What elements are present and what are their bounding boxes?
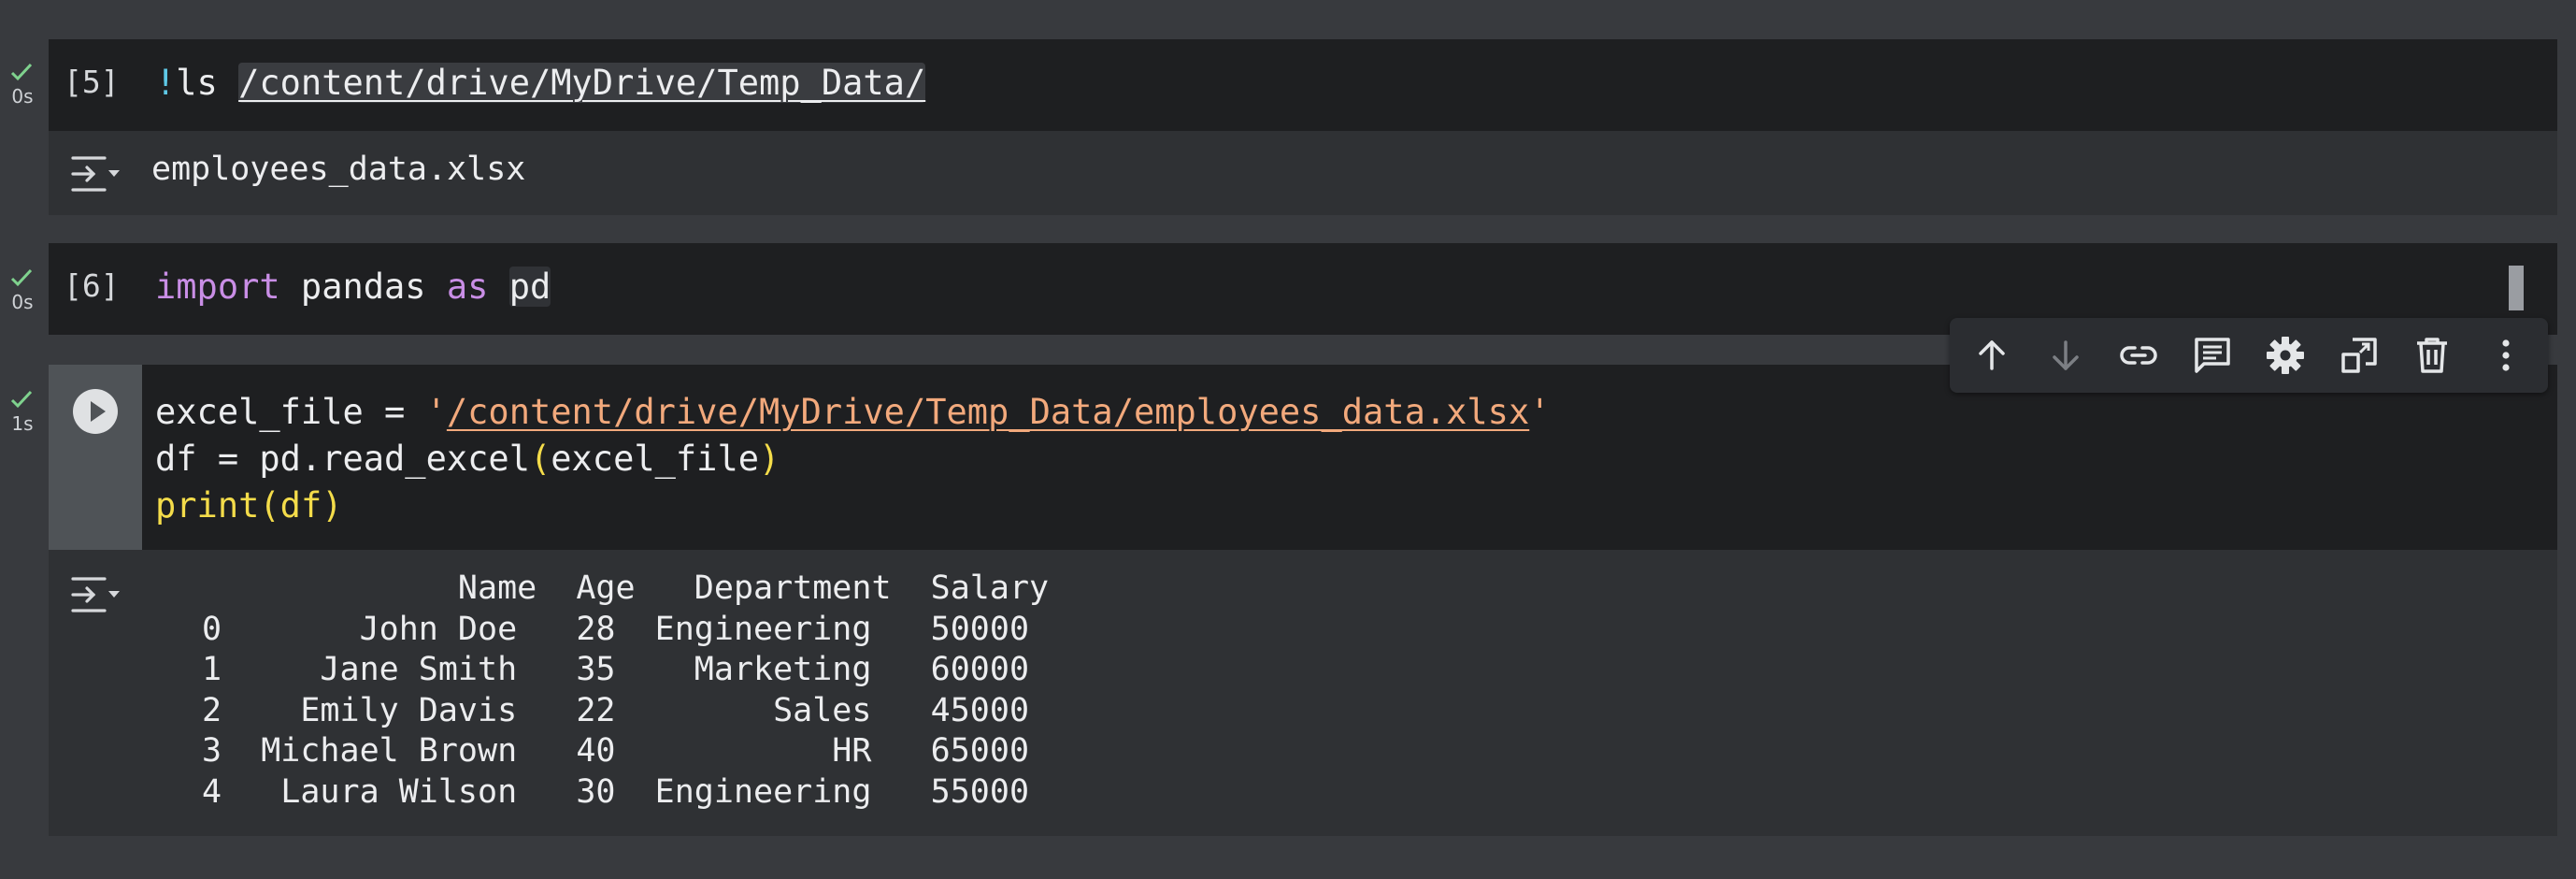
run-cell-button[interactable] [73, 389, 118, 434]
code-keyword-import: import [155, 267, 280, 307]
code-paren: ( [529, 439, 551, 479]
check-icon [10, 390, 33, 409]
delete-cell-button[interactable] [2404, 327, 2460, 383]
cell-2-code-line[interactable]: import pandas as pd [155, 264, 551, 310]
code-paren: ) [322, 485, 343, 526]
add-comment-button[interactable] [2184, 327, 2240, 383]
code-line-3: print(df) [155, 485, 343, 526]
arrow-down-icon [2053, 340, 2079, 370]
comment-icon [2195, 338, 2230, 373]
dataframe-row: 3 Michael Brown 40 HR 65000 [202, 732, 1030, 770]
cell-1-code-line[interactable]: !ls /content/drive/MyDrive/Temp_Data/ [155, 60, 926, 107]
code-paren: ) [759, 439, 780, 479]
cell-1-code[interactable]: [5] !ls /content/drive/MyDrive/Temp_Data… [49, 39, 2557, 131]
dataframe-row: 0 John Doe 28 Engineering 50000 [202, 610, 1030, 648]
code-command: ls [176, 63, 239, 103]
copy-cell-link-button[interactable] [2111, 327, 2167, 383]
code-builtin: print [155, 485, 260, 526]
cell-toolbar [1950, 318, 2548, 393]
code-alias: pd [508, 267, 551, 307]
code-bang: ! [155, 63, 177, 103]
move-cell-down-button[interactable] [2038, 327, 2094, 383]
cell-3-status: 1s [0, 385, 45, 434]
cell-1-exec-time: 0s [11, 85, 34, 108]
dataframe-row: 2 Emily Davis 22 Sales 45000 [202, 691, 1030, 729]
trash-icon [2417, 338, 2448, 373]
dataframe-row: 1 Jane Smith 35 Marketing 60000 [202, 651, 1030, 688]
move-cell-up-button[interactable] [1964, 327, 2020, 383]
code-module: pandas [279, 267, 447, 307]
cell-1-status: 0s [0, 58, 45, 107]
cell-1-output: employees_data.xlsx [49, 131, 2557, 215]
dataframe-row: 4 Laura Wilson 30 Engineering 55000 [202, 772, 1030, 811]
mirror-cell-button[interactable] [2331, 327, 2387, 383]
notebook: 0s [5] !ls /content/drive/MyDrive/Temp_D… [0, 0, 2576, 879]
play-icon [91, 401, 106, 422]
code-text: df [279, 485, 322, 526]
code-quote: ' [1529, 392, 1551, 432]
dataframe-output: Name Age Department Salary 0 John Doe 28… [202, 569, 1049, 813]
mirror-cell-icon [2341, 338, 2377, 373]
cell-2-exec-count: [6] [64, 267, 120, 304]
code-text: df = pd.read_excel [155, 439, 530, 479]
dataframe-header: Name Age Department Salary [202, 569, 1050, 607]
link-icon [2120, 346, 2157, 365]
cell-2-exec-time: 0s [11, 291, 34, 313]
code-line-1: excel_file = '/content/drive/MyDrive/Tem… [155, 392, 1551, 432]
cell-3-code-lines[interactable]: excel_file = '/content/drive/MyDrive/Tem… [155, 389, 1551, 529]
code-path-link[interactable]: /content/drive/MyDrive/Temp_Data/ [238, 63, 925, 103]
cell-1-exec-count: [5] [64, 64, 120, 100]
more-actions-button[interactable] [2478, 327, 2534, 383]
run-gutter [49, 365, 142, 550]
arrow-up-icon [1979, 340, 2005, 370]
code-keyword-as: as [446, 267, 489, 307]
code-text: excel_file = [155, 392, 426, 432]
more-vert-icon [2502, 339, 2510, 371]
editor-scrollbar[interactable] [2509, 266, 2524, 310]
check-icon [10, 268, 33, 287]
output-actions-icon[interactable] [69, 151, 122, 196]
cell-settings-button[interactable] [2257, 327, 2313, 383]
code-text: excel_file [551, 439, 760, 479]
cell-3-output: Name Age Department Salary 0 John Doe 28… [49, 550, 2557, 836]
gear-icon [2267, 337, 2305, 374]
cell-1-output-text: employees_data.xlsx [151, 150, 525, 191]
output-actions-icon[interactable] [69, 572, 122, 617]
code-line-2: df = pd.read_excel(excel_file) [155, 439, 780, 479]
cell-3-exec-time: 1s [11, 412, 34, 435]
code-string-path-link[interactable]: /content/drive/MyDrive/Temp_Data/employe… [447, 392, 1529, 432]
code-paren: ( [259, 485, 280, 526]
output-line: employees_data.xlsx [151, 151, 526, 188]
code-quote: ' [425, 392, 447, 432]
check-icon [10, 63, 33, 81]
cell-2-status: 0s [0, 264, 45, 312]
